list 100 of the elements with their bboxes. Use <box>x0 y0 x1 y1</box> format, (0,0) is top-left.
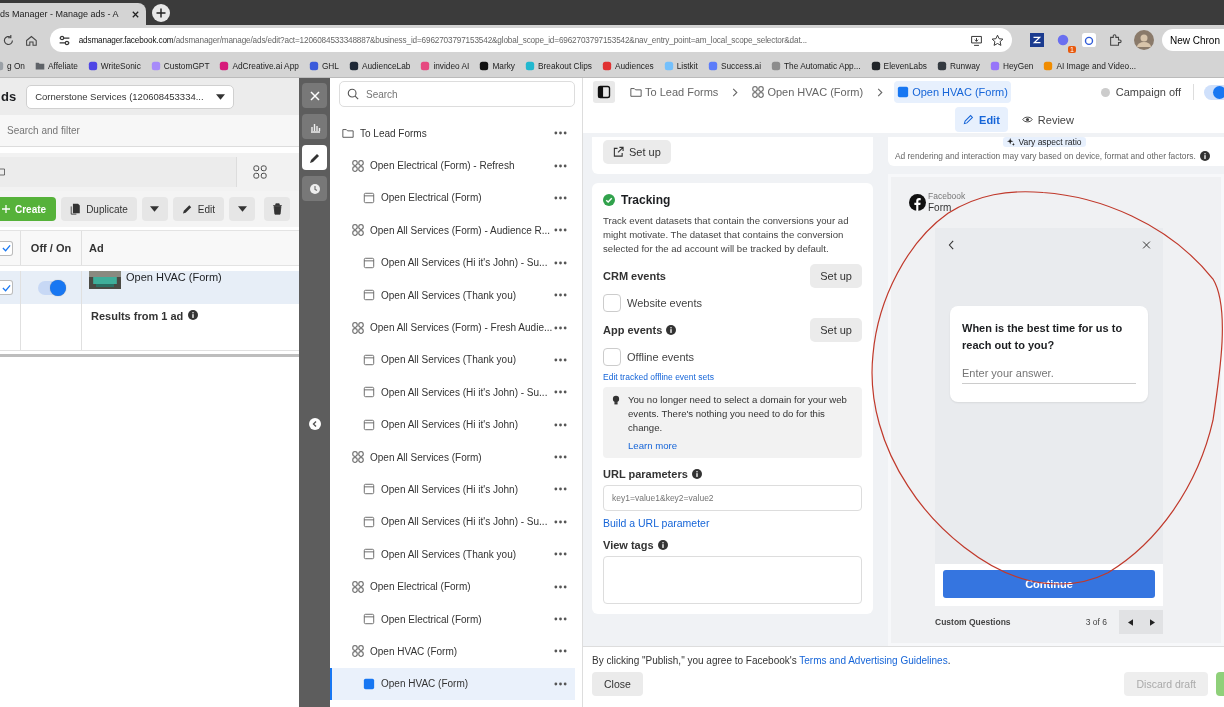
more-icon[interactable] <box>554 584 567 589</box>
star-icon[interactable] <box>990 33 1004 47</box>
bookmark[interactable]: Success.ai <box>707 61 762 71</box>
site-settings-icon[interactable] <box>57 33 71 47</box>
more-icon[interactable] <box>554 455 567 460</box>
aspect-ratio-chip[interactable]: Vary aspect ratio <box>1003 137 1086 147</box>
bookmark[interactable]: Breakout Clips <box>525 61 592 71</box>
bookmark[interactable]: CustomGPT <box>150 61 210 71</box>
dropdown-button[interactable] <box>141 197 168 221</box>
tree-item[interactable]: Open All Services (Hi it's John) - Su... <box>330 246 575 279</box>
bookmark[interactable]: Runway <box>937 61 980 71</box>
close-button[interactable] <box>302 83 327 108</box>
grid-icon[interactable] <box>253 165 267 179</box>
bookmark[interactable]: g On <box>0 61 25 71</box>
tree-item[interactable]: Open All Services (Form) <box>330 440 575 474</box>
tree-item[interactable]: Open HVAC (Form) <box>330 635 575 668</box>
close-icon[interactable] <box>131 9 140 19</box>
address-bar[interactable]: adsmanager.facebook.com/adsmanager/manage/ads/edit?act=1206084533348887&business_id=6962703797153542&global_scope_id=6962703797153542&nav_entry_point=am_local_scope_selector&dat... <box>49 28 1012 52</box>
bookmark[interactable]: WriteSonic <box>87 61 141 71</box>
tree-item[interactable]: Open All Services (Thank you) <box>330 343 575 377</box>
more-icon[interactable] <box>554 131 567 136</box>
bookmark[interactable]: Listkit <box>663 61 698 71</box>
checkbox[interactable] <box>0 280 13 295</box>
bookmark[interactable]: AI Image and Video... <box>1043 61 1137 71</box>
more-icon[interactable] <box>554 681 567 686</box>
bookmark[interactable]: Audiences <box>601 61 654 71</box>
tree-item[interactable]: Open Electrical (Form) <box>330 570 575 603</box>
extension-icon[interactable] <box>1029 33 1044 47</box>
edit-tab[interactable]: Edit <box>955 107 1008 132</box>
info-icon[interactable] <box>666 325 677 335</box>
bookmark[interactable]: invideo AI <box>420 61 470 71</box>
sidebar-toggle-icon[interactable] <box>593 81 615 103</box>
edit-button[interactable] <box>302 145 327 170</box>
table-row[interactable]: Open HVAC (Form) <box>0 271 299 304</box>
bookmark[interactable]: Marky <box>479 61 515 71</box>
dropdown-button[interactable] <box>229 197 256 221</box>
offline-events-link[interactable]: Edit tracked offline event sets <box>603 372 862 382</box>
info-icon[interactable] <box>657 540 668 550</box>
tree-item[interactable]: To Lead Forms <box>330 117 575 150</box>
ad-name[interactable]: Open HVAC (Form) <box>126 271 222 283</box>
checkbox[interactable] <box>603 294 621 312</box>
setup-button[interactable]: Set up <box>810 318 862 342</box>
more-icon[interactable] <box>554 422 567 427</box>
account-dropdown[interactable]: Cornerstone Services (120608453334... <box>26 84 235 109</box>
home-icon[interactable] <box>24 33 38 47</box>
tree-item[interactable]: Open All Services (Hi it's John) <box>330 473 575 506</box>
checkbox[interactable] <box>0 240 13 256</box>
info-icon[interactable] <box>188 310 199 320</box>
new-tab-icon[interactable] <box>152 4 170 22</box>
toggle-switch[interactable] <box>38 280 64 295</box>
collapse-icon[interactable] <box>308 418 321 430</box>
terms-link[interactable]: Terms and Advertising Guidelines <box>799 655 948 666</box>
edit-button[interactable]: Edit <box>172 197 225 221</box>
tree-item[interactable]: Open All Services (Hi it's John) <box>330 408 575 441</box>
more-icon[interactable] <box>554 293 567 298</box>
review-tab[interactable]: Review <box>1013 107 1082 132</box>
chart-button[interactable] <box>302 114 327 139</box>
more-icon[interactable] <box>554 649 567 654</box>
extension-icon[interactable] <box>1081 33 1096 47</box>
breadcrumb[interactable]: Open HVAC (Form) <box>749 81 867 103</box>
history-button[interactable] <box>302 176 327 201</box>
tree-item[interactable]: Open All Services (Hi it's John) - Su... <box>330 505 575 539</box>
new-chrome-button[interactable]: New Chron <box>1161 29 1224 51</box>
more-icon[interactable] <box>554 357 567 362</box>
more-icon[interactable] <box>554 390 567 395</box>
view-tags-field[interactable] <box>603 556 862 604</box>
tree-item[interactable]: Open All Services (Hi it's John) - Su... <box>330 376 575 409</box>
tree-item[interactable]: Open HVAC (Form) <box>330 667 575 701</box>
bookmark[interactable]: AudienceLab <box>348 61 411 71</box>
delete-button[interactable] <box>264 197 291 221</box>
more-icon[interactable] <box>554 519 567 524</box>
breadcrumb[interactable]: To Lead Forms <box>627 81 722 103</box>
search-field[interactable]: Search <box>339 81 575 107</box>
url-parameters-field[interactable]: key1=value1&key2=value2 <box>603 485 862 511</box>
close-button[interactable]: Close <box>592 672 643 696</box>
bookmark[interactable]: The Automatic App... <box>771 61 861 71</box>
column-header[interactable]: Off / On <box>30 242 72 254</box>
column-header[interactable]: Ad <box>89 242 104 254</box>
bookmark[interactable]: Affeliate <box>35 61 78 71</box>
setup-button[interactable]: Set up <box>810 264 862 288</box>
more-icon[interactable] <box>554 195 567 200</box>
tree-item[interactable]: Open Electrical (Form) - Refresh <box>330 149 575 182</box>
tree-item[interactable]: Open Electrical (Form) <box>330 602 575 636</box>
more-icon[interactable] <box>554 617 567 622</box>
duplicate-button[interactable]: Duplicate <box>61 197 137 221</box>
breadcrumb[interactable]: Open HVAC (Form) <box>894 81 1011 103</box>
previous-button[interactable] <box>1119 610 1141 634</box>
checkbox[interactable] <box>603 348 621 366</box>
puzzle-icon[interactable] <box>1107 33 1122 47</box>
bookmark[interactable]: HeyGen <box>989 61 1034 71</box>
info-icon[interactable] <box>1199 151 1210 161</box>
more-icon[interactable] <box>554 163 567 168</box>
back-icon[interactable] <box>947 240 956 250</box>
setup-button[interactable]: Set up <box>603 140 671 164</box>
next-button[interactable] <box>1141 610 1163 634</box>
more-icon[interactable] <box>554 260 567 265</box>
bookmark[interactable]: GHL <box>308 61 339 71</box>
build-url-link[interactable]: Build a URL parameter <box>603 517 862 529</box>
more-icon[interactable] <box>554 228 567 233</box>
more-icon[interactable] <box>554 487 567 492</box>
